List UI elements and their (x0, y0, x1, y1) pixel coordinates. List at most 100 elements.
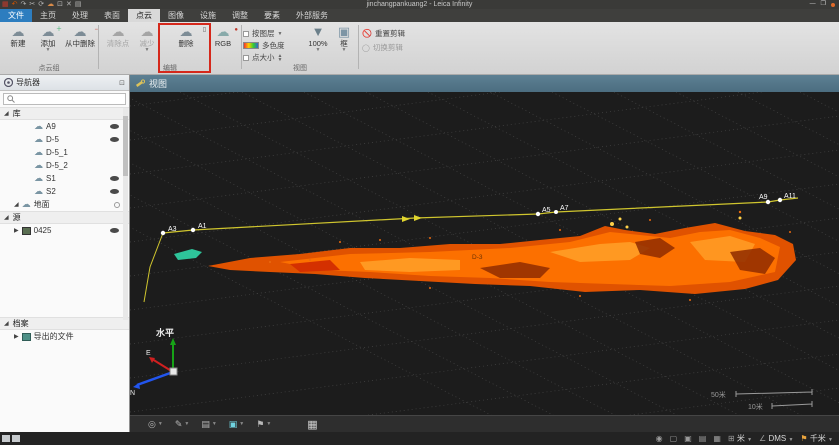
status-icon-2[interactable]: ▢ (670, 434, 678, 443)
delete-button[interactable]: ☁▯ 删除 (166, 24, 206, 48)
collapse-icon[interactable]: ▶ (14, 333, 19, 340)
unit-length-select[interactable]: ⊞ 米 ▼ (728, 433, 752, 444)
marker-dot[interactable] (778, 198, 782, 202)
viewport-3d[interactable]: 视图 (130, 75, 839, 432)
tab-surfaces[interactable]: 表面 (96, 9, 128, 22)
point-size-stepper[interactable]: ▲▼ (278, 54, 283, 62)
tab-file[interactable]: 文件 (0, 9, 32, 22)
measure-button[interactable]: ✎▼ (175, 419, 190, 430)
tab-infrastructure[interactable]: 设施 (192, 9, 224, 22)
navigator-title: 导航器 (16, 77, 116, 88)
unit-distance-select[interactable]: ⚑ 千米 ▼ (800, 433, 833, 444)
cube-view-button[interactable]: ▣▼ (229, 419, 244, 430)
tree-item-exported-files[interactable]: ▶ 导出的文件 (0, 330, 129, 343)
collapse-icon[interactable]: ▶ (14, 227, 19, 234)
axis-label-n: N (130, 390, 135, 397)
status-icon-4[interactable]: ▤ (699, 434, 707, 443)
view-mode-button[interactable]: ▤▼ (201, 419, 216, 430)
tree-item-ground[interactable]: ◢ ☁ 地面 (0, 198, 129, 211)
visibility-eye-icon[interactable] (110, 137, 119, 142)
tab-processing[interactable]: 处理 (64, 9, 96, 22)
ribbon-divider (241, 25, 242, 69)
section-library[interactable]: ◢ 库 (0, 107, 129, 120)
expand-icon[interactable]: ◢ (4, 214, 9, 221)
viewport-header: 视图 (130, 75, 839, 92)
app-badge-icon (831, 3, 835, 7)
minimize-button[interactable]: — (810, 0, 816, 9)
tab-external-services[interactable]: 外部服务 (288, 9, 336, 22)
viewport-toolbar: ◎▼ ✎▼ ▤▼ ▣▼ ⚑▼ ▦ (130, 415, 839, 432)
by-layer-checkbox[interactable] (243, 31, 249, 37)
by-layer-option[interactable]: 按图层▼ (243, 28, 282, 39)
group-label-view: 视图 (243, 63, 357, 73)
status-icon-3[interactable]: ▣ (684, 434, 692, 443)
section-archive[interactable]: ◢ 档案 (0, 317, 129, 330)
tab-imaging[interactable]: 图像 (160, 9, 192, 22)
marker-dot[interactable] (554, 210, 558, 214)
search-box[interactable] (3, 93, 126, 105)
tree-item-s1[interactable]: ☁ S1 (0, 172, 129, 185)
taskbar-icons[interactable] (2, 435, 20, 442)
ribbon-group-clipping: 🚫 重置剪辑 ◯ 切换剪辑 (362, 22, 442, 74)
add-to-pointcloud-button[interactable]: ☁＋ 添加 ▼ (34, 24, 62, 53)
tree-item-d5[interactable]: ☁ D-5 (0, 133, 129, 146)
tree-item-0425[interactable]: ▶ 0425 (0, 224, 129, 237)
tree-item-s2[interactable]: ☁ S2 (0, 185, 129, 198)
pointcloud-icon: ☁ (34, 121, 43, 132)
status-icon-5[interactable]: ▦ (713, 434, 721, 443)
tree-item-d5-2[interactable]: ☁ D-5_2 (0, 159, 129, 172)
no-symbol-icon: 🚫 (362, 29, 372, 38)
box-3d-icon: ▣ (333, 24, 355, 39)
filter-button[interactable]: ⚑▼ (256, 419, 271, 430)
expand-icon[interactable]: ◢ (4, 320, 9, 327)
new-pointcloud-button[interactable]: ☁ 新建 (4, 24, 32, 48)
visibility-eye-icon[interactable] (110, 228, 119, 233)
navigator-header: 导航器 ⊡ (0, 75, 129, 91)
point-size-checkbox[interactable] (243, 55, 249, 61)
pin-icon[interactable]: ⊡ (119, 79, 125, 87)
tab-pointclouds[interactable]: 点云 (128, 9, 160, 22)
tree-item-a9[interactable]: ☁ A9 (0, 120, 129, 133)
multi-hue-option[interactable]: 多色度 (243, 40, 285, 51)
toggle-clip-button[interactable]: ◯ 切换剪辑 (362, 41, 403, 54)
cloud-reduce-icon: ☁ (134, 24, 160, 39)
tab-home[interactable]: 主页 (32, 9, 64, 22)
clear-points-button[interactable]: ☁ 清除点 (102, 24, 134, 48)
maximize-button[interactable]: ❐ (821, 0, 826, 9)
pointcloud-icon: ☁ (22, 199, 31, 210)
marker-dot[interactable] (161, 231, 165, 235)
point-size-option[interactable]: 点大小 ▲▼ (243, 52, 282, 63)
reset-clip-button[interactable]: 🚫 重置剪辑 (362, 27, 405, 40)
viewport-canvas[interactable]: D-3 A3 A1 A5 A7 A9 A11 (130, 92, 839, 415)
marker-label-a5: A5 (542, 207, 551, 214)
status-icon-1[interactable]: ◉ (656, 434, 663, 443)
box-view-button[interactable]: ▣ 框 ▼ (333, 24, 355, 53)
expand-icon[interactable]: ◢ (14, 201, 19, 208)
marker-dot[interactable] (536, 212, 540, 216)
ribbon-group-view: 按图层▼ 多色度 点大小 ▲▼ ▼ 100% ▼ ▣ 框 ▼ 视图 (243, 22, 357, 74)
density-filter-button[interactable]: ▼ 100% ▼ (305, 24, 331, 53)
tab-adjustments[interactable]: 调整 (224, 9, 256, 22)
visibility-eye-icon[interactable] (110, 176, 119, 181)
orbit-icon: ◎ (148, 419, 156, 430)
section-source[interactable]: ◢ 源 (0, 211, 129, 224)
visibility-eye-icon[interactable] (110, 189, 119, 194)
cloud-clear-icon: ☁ (102, 24, 134, 39)
visibility-eye-icon[interactable] (110, 124, 119, 129)
grid-toggle-button[interactable]: ▦ (307, 418, 317, 431)
tree-item-d5-1[interactable]: ☁ D-5_1 (0, 146, 129, 159)
navigator-scrollbar[interactable] (123, 108, 128, 320)
remove-from-pointcloud-button[interactable]: ☁− 从中删除 (62, 24, 98, 48)
pointcloud-icon: ☁ (34, 134, 43, 145)
expand-icon[interactable]: ◢ (4, 110, 9, 117)
unit-angle-select[interactable]: ∠ DMS ▼ (759, 434, 793, 443)
cloud-new-icon: ☁ (4, 24, 32, 39)
search-icon (7, 95, 15, 103)
orbit-button[interactable]: ◎▼ (148, 419, 163, 430)
ribbon-divider (358, 25, 359, 69)
ribbon: ☁ 新建 ☁＋ 添加 ▼ ☁− 从中删除 点云组 ☁ 清除点 ☁ 减少 (0, 22, 839, 75)
marker-dot[interactable] (191, 228, 195, 232)
reduce-button[interactable]: ☁ 减少 ▼ (134, 24, 160, 53)
tab-features[interactable]: 要素 (256, 9, 288, 22)
rgb-button[interactable]: ☁● RGB (208, 24, 238, 48)
